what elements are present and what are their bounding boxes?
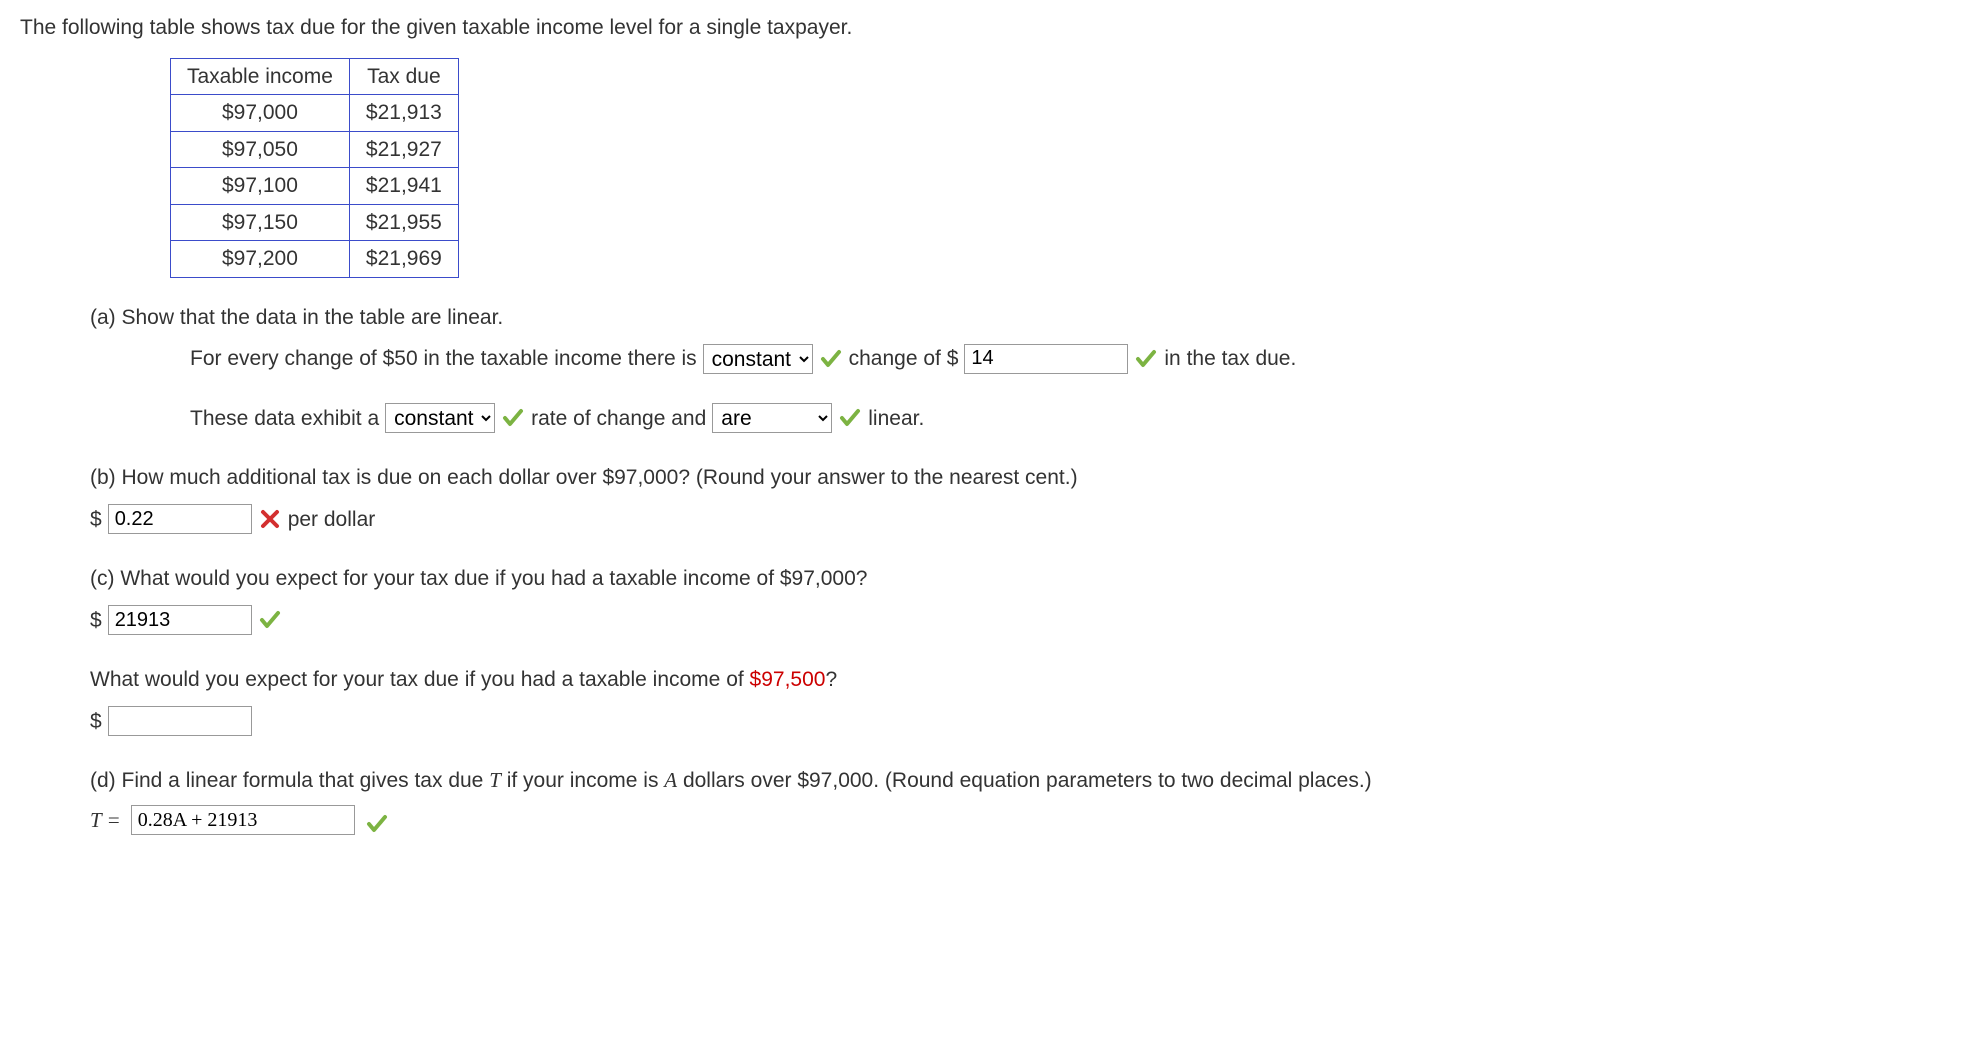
per-dollar-input[interactable] bbox=[108, 504, 252, 534]
table-row: $97,000$21,913 bbox=[171, 95, 459, 132]
formula-input[interactable] bbox=[131, 805, 355, 835]
intro-text: The following table shows tax due for th… bbox=[20, 12, 1955, 44]
highlight-value: $97,500 bbox=[750, 668, 826, 691]
text: per dollar bbox=[288, 504, 376, 536]
text: in the tax due. bbox=[1164, 343, 1296, 375]
dollar-sign: $ bbox=[90, 706, 102, 738]
cross-icon bbox=[258, 507, 282, 531]
select-are-arenot[interactable]: are bbox=[712, 403, 832, 433]
text: For every change of $50 in the taxable i… bbox=[190, 343, 697, 375]
check-icon bbox=[1134, 347, 1158, 371]
tax-due-97000-input[interactable] bbox=[108, 605, 252, 635]
check-icon bbox=[501, 406, 525, 430]
part-a: (a) Show that the data in the table are … bbox=[90, 302, 1955, 435]
part-b: (b) How much additional tax is due on ea… bbox=[90, 462, 1955, 535]
dollar-sign: $ bbox=[90, 605, 102, 637]
table-header: Tax due bbox=[349, 58, 458, 95]
table-row: $97,200$21,969 bbox=[171, 241, 459, 278]
table-row: $97,050$21,927 bbox=[171, 131, 459, 168]
table-header: Taxable income bbox=[171, 58, 350, 95]
dollar-sign: $ bbox=[90, 504, 102, 536]
part-d: (d) Find a linear formula that gives tax… bbox=[90, 765, 1955, 836]
part-c2-label: What would you expect for your tax due i… bbox=[90, 664, 1955, 696]
check-icon bbox=[365, 812, 389, 836]
check-icon bbox=[819, 347, 843, 371]
select-constant-variable-1[interactable]: constant bbox=[703, 344, 813, 374]
equation-lhs: T = bbox=[90, 805, 121, 837]
text: change of $ bbox=[849, 343, 959, 375]
table-row: $97,150$21,955 bbox=[171, 204, 459, 241]
part-a-label: (a) Show that the data in the table are … bbox=[90, 302, 1955, 334]
part-c2: What would you expect for your tax due i… bbox=[90, 664, 1955, 737]
text: These data exhibit a bbox=[190, 403, 379, 435]
text: rate of change and bbox=[531, 403, 706, 435]
change-amount-input[interactable] bbox=[964, 344, 1128, 374]
tax-due-97500-input[interactable] bbox=[108, 706, 252, 736]
text: linear. bbox=[868, 403, 924, 435]
check-icon bbox=[838, 406, 862, 430]
select-constant-variable-2[interactable]: constant bbox=[385, 403, 495, 433]
part-c-label: (c) What would you expect for your tax d… bbox=[90, 563, 1955, 595]
part-b-label: (b) How much additional tax is due on ea… bbox=[90, 462, 1955, 494]
tax-table: Taxable income Tax due $97,000$21,913 $9… bbox=[170, 58, 459, 278]
part-c: (c) What would you expect for your tax d… bbox=[90, 563, 1955, 636]
table-row: $97,100$21,941 bbox=[171, 168, 459, 205]
check-icon bbox=[258, 608, 282, 632]
part-d-label: (d) Find a linear formula that gives tax… bbox=[90, 765, 1955, 797]
